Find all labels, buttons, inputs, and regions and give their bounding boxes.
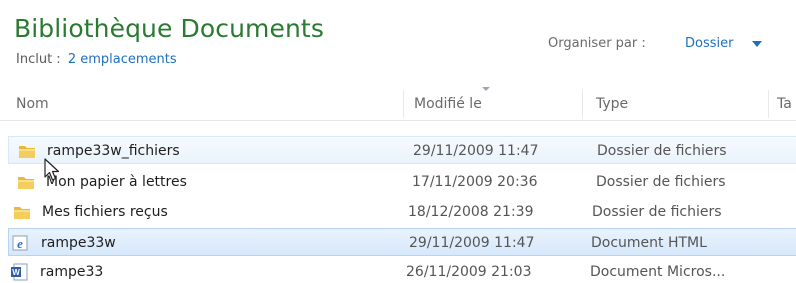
file-row[interactable]: rampe33w_fichiers 29/11/2009 11:47 Dossi… [8,136,796,164]
includes-label: Inclut : [16,52,61,67]
column-header-bar: Nom Modifié le Type Ta [0,86,796,121]
file-row[interactable]: Mon papier à lettres 17/11/2009 20:36 Do… [0,168,796,196]
column-divider[interactable] [403,90,404,118]
word-document-icon: W [11,263,28,281]
file-type: Document HTML [591,235,707,251]
includes-line: Inclut : 2 emplacements [16,52,177,67]
column-header-modified[interactable]: Modifié le [414,96,482,112]
file-name: rampe33w_fichiers [47,143,180,159]
file-modified-date: 17/11/2009 20:36 [412,174,538,190]
file-name: Mon papier à lettres [46,174,187,190]
explorer-window: Bibliothèque Documents Inclut : 2 emplac… [0,0,796,283]
column-header-type[interactable]: Type [596,96,628,112]
file-type: Dossier de fichiers [597,143,727,159]
svg-text:e: e [17,236,23,251]
organize-by-label: Organiser par : [548,36,646,51]
organize-by-dropdown[interactable]: Dossier [685,36,733,51]
file-type: Document Micros... [590,264,726,280]
file-row[interactable]: Mes fichiers reçus 18/12/2008 21:39 Doss… [0,198,796,226]
folder-icon [19,146,35,158]
column-divider[interactable] [768,90,769,118]
svg-text:W: W [12,268,20,277]
column-header-size[interactable]: Ta [777,96,792,112]
file-modified-date: 18/12/2008 21:39 [408,204,534,220]
column-divider[interactable] [582,90,583,118]
file-name: rampe33w [41,235,116,251]
file-type: Dossier de fichiers [596,174,726,190]
folder-icon [14,207,30,219]
file-row[interactable]: e rampe33w 29/11/2009 11:47 Document HTM… [8,228,796,256]
folder-icon [18,177,34,189]
dropdown-arrow-icon[interactable] [752,41,762,47]
file-modified-date: 26/11/2009 21:03 [406,264,532,280]
ie-html-icon: e [12,235,28,251]
file-name: Mes fichiers reçus [42,204,168,220]
column-header-name[interactable]: Nom [16,96,49,112]
file-modified-date: 29/11/2009 11:47 [413,143,539,159]
sort-indicator-icon [482,87,490,91]
mouse-cursor-icon [44,158,60,181]
file-modified-date: 29/11/2009 11:47 [409,235,535,251]
file-row[interactable]: W rampe33 26/11/2009 21:03 Document Micr… [0,258,796,283]
file-name: rampe33 [40,264,104,280]
file-type: Dossier de fichiers [592,204,722,220]
includes-locations-link[interactable]: 2 emplacements [68,52,177,67]
library-title: Bibliothèque Documents [14,14,324,43]
